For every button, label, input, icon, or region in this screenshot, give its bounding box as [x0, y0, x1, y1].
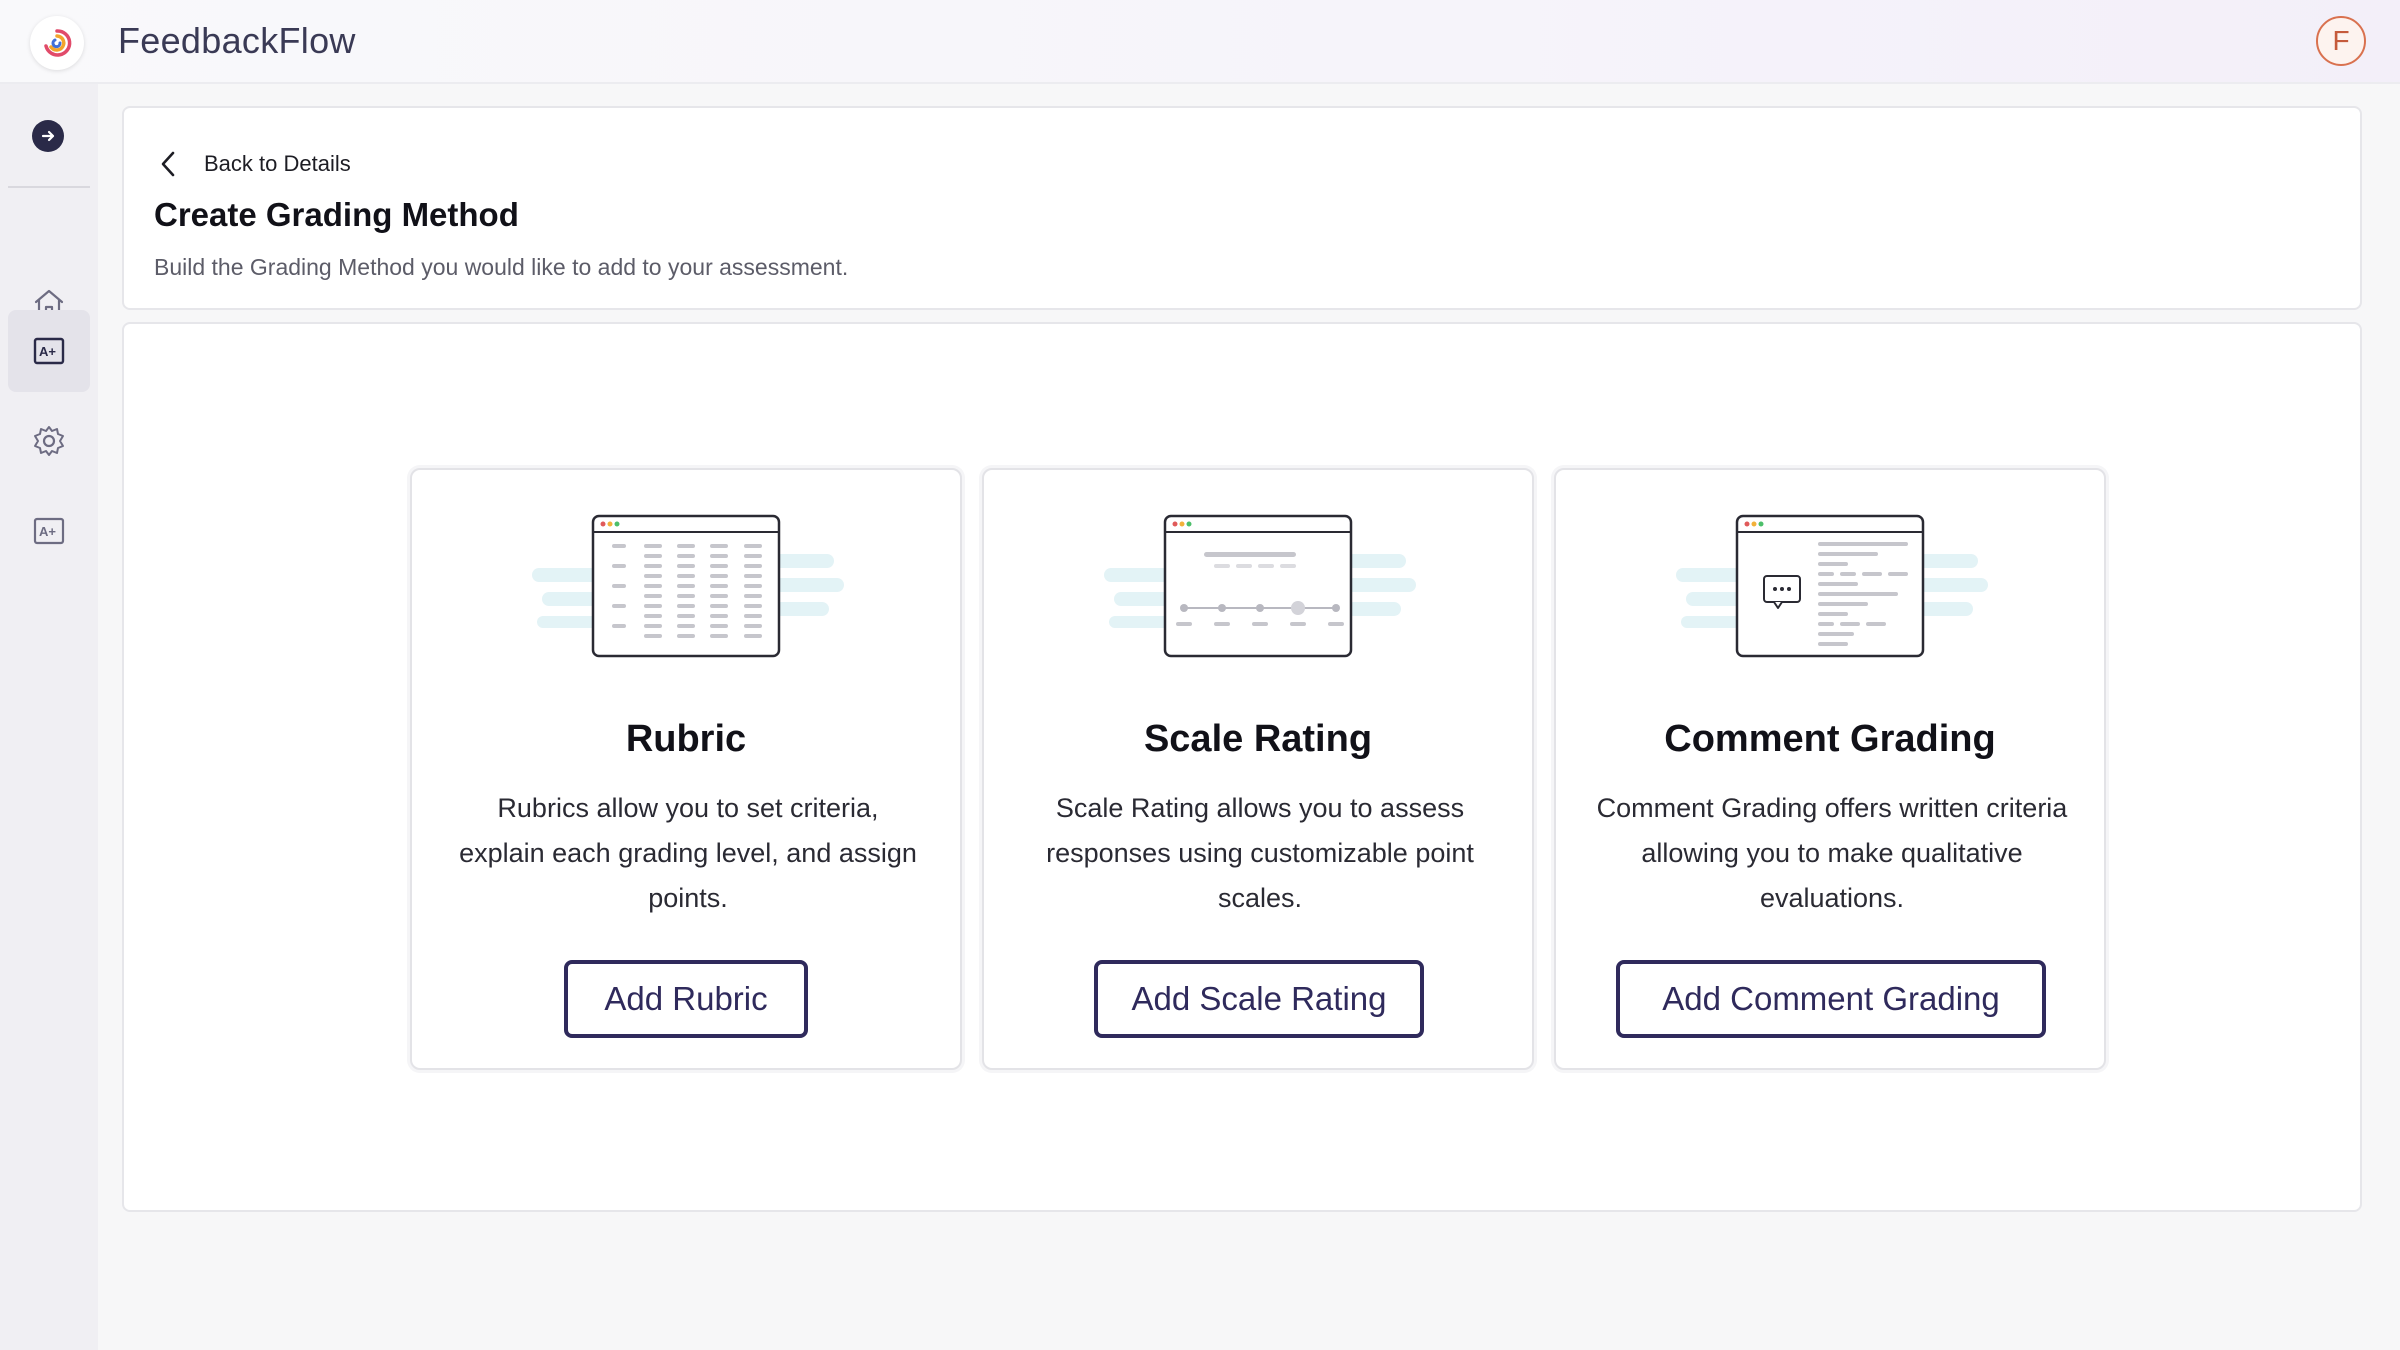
- scale-rating-option-card: Scale Rating Scale Rating allows you to …: [982, 468, 1534, 1070]
- svg-text:A+: A+: [39, 344, 56, 359]
- header-card: Back to Details Create Grading Method Bu…: [122, 106, 2362, 310]
- rubric-title: Rubric: [625, 718, 747, 760]
- chevron-left-icon: [161, 151, 175, 177]
- scale-rating-description: Scale Rating allows you to assess respon…: [1046, 793, 1474, 913]
- add-rubric-button[interactable]: Add Rubric: [564, 960, 808, 1038]
- comment-list-illustration: [1676, 514, 1988, 658]
- rubric-option-card: Rubric Rubrics allow you to set criteria…: [410, 468, 962, 1070]
- arrow-right-icon: [41, 130, 55, 142]
- svg-text:A+: A+: [39, 524, 56, 539]
- page-subtitle: Build the Grading Method you would like …: [154, 254, 849, 280]
- logo-swirl-icon: [44, 29, 72, 57]
- grade-icon: A+: [33, 517, 65, 545]
- rubric-description: Rubrics allow you to set criteria, expla…: [459, 793, 917, 913]
- sidebar: A+ A+: [0, 84, 98, 1350]
- comment-grading-option-card: Comment Grading Comment Grading offers w…: [1554, 468, 2106, 1070]
- sidebar-divider: [8, 186, 90, 188]
- sidebar-item-settings[interactable]: [8, 400, 90, 482]
- top-bar: FeedbackFlow F: [0, 0, 2400, 84]
- scale-rating-title: Scale Rating: [1143, 718, 1373, 760]
- sidebar-item-grading[interactable]: A+: [8, 310, 90, 392]
- user-avatar[interactable]: F: [2316, 16, 2366, 66]
- add-scale-rating-button[interactable]: Add Scale Rating: [1094, 960, 1424, 1038]
- app-logo[interactable]: [30, 16, 84, 70]
- grade-icon: A+: [33, 337, 65, 365]
- gear-icon: [34, 426, 64, 456]
- comment-grading-description: Comment Grading offers written criteria …: [1596, 793, 2068, 913]
- comment-grading-title: Comment Grading: [1664, 718, 1996, 760]
- grading-options-panel: Rubric Rubrics allow you to set criteria…: [122, 322, 2362, 1212]
- sidebar-item-grades[interactable]: A+: [8, 490, 90, 572]
- add-comment-grading-button[interactable]: Add Comment Grading: [1616, 960, 2046, 1038]
- rubric-table-illustration: [532, 514, 844, 658]
- back-to-details-link[interactable]: Back to Details: [158, 144, 351, 184]
- app-name: FeedbackFlow: [118, 20, 356, 61]
- expand-sidebar-button[interactable]: [32, 120, 64, 152]
- scale-slider-illustration: [1104, 514, 1416, 658]
- page-title: Create Grading Method: [154, 196, 519, 233]
- back-link-label: Back to Details: [204, 151, 351, 176]
